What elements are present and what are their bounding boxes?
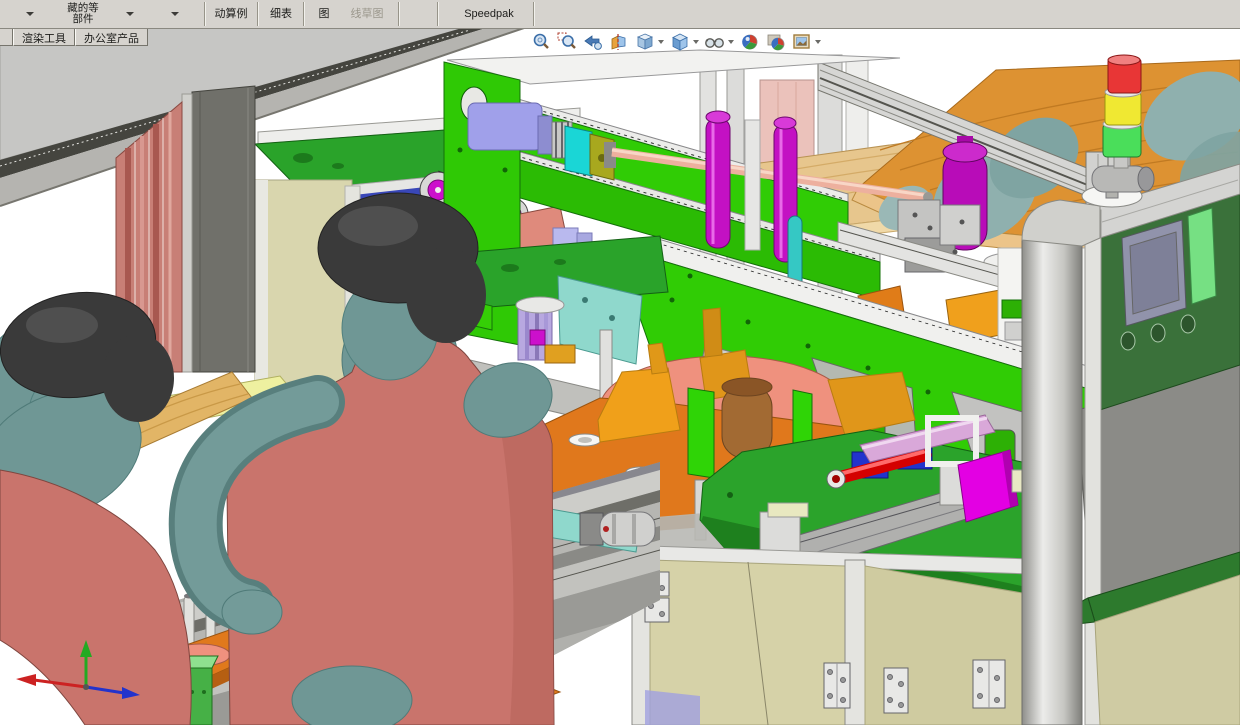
- panel-button[interactable]: [1120, 331, 1136, 351]
- scene-canvas[interactable]: [0, 28, 1240, 725]
- dropdown-button-3[interactable]: [167, 0, 183, 28]
- hide-show-items-icon[interactable]: [704, 31, 726, 53]
- tab-stub: [0, 28, 13, 46]
- speedpak-button[interactable]: Speedpak: [452, 0, 526, 28]
- toolbar-separator: [533, 2, 535, 26]
- toolbar-separator: [204, 2, 206, 26]
- door-hinge: [972, 659, 1006, 709]
- commandmanager-tabs: 渲染工具 办公室产品: [0, 28, 148, 46]
- control-cabinet[interactable]: [1021, 163, 1240, 725]
- command-bar: 藏的等 部件 动算例 细表 图 线草图 Speedpak: [0, 0, 1240, 29]
- hidden-components-label-2: 部件: [72, 13, 94, 25]
- motion-study-button[interactable]: 动算例: [208, 0, 254, 28]
- drawing-button[interactable]: 图: [312, 0, 336, 28]
- door-hinge: [883, 667, 909, 714]
- view-orientation-dropdown[interactable]: [658, 40, 664, 44]
- section-view-icon[interactable]: [608, 31, 630, 53]
- toolbar-separator: [303, 2, 305, 26]
- chevron-down-icon: [26, 12, 34, 16]
- door-hinge: [823, 662, 851, 709]
- solidworks-window: 藏的等 部件 动算例 细表 图 线草图 Speedpak 渲染工具 办公室产品: [0, 0, 1240, 725]
- 3d-viewport[interactable]: 渲染工具 办公室产品: [0, 28, 1240, 725]
- edit-appearance-icon[interactable]: [739, 31, 761, 53]
- detail-table-button[interactable]: 细表: [263, 0, 299, 28]
- dropdown-button-2[interactable]: [122, 0, 138, 28]
- tab-office-products[interactable]: 办公室产品: [75, 28, 148, 46]
- panel-button[interactable]: [1150, 323, 1166, 343]
- toolbar-separator: [398, 2, 400, 26]
- hide-show-items-dropdown[interactable]: [728, 40, 734, 44]
- line-sketch-button[interactable]: 线草图: [342, 0, 392, 28]
- display-style-dropdown[interactable]: [693, 40, 699, 44]
- previous-view-icon[interactable]: [582, 31, 604, 53]
- tab-render-tools[interactable]: 渲染工具: [13, 28, 75, 46]
- apply-scene-icon[interactable]: [765, 31, 787, 53]
- display-style-icon[interactable]: [669, 31, 691, 53]
- view-settings-icon[interactable]: [791, 31, 813, 53]
- hidden-components-button[interactable]: 藏的等 部件: [52, 0, 114, 28]
- lower-cabinet-doors[interactable]: [619, 544, 1061, 725]
- toolbar-separator: [257, 2, 259, 26]
- view-settings-dropdown[interactable]: [815, 40, 821, 44]
- dropdown-button-1[interactable]: [22, 0, 38, 28]
- chevron-down-icon: [126, 12, 134, 16]
- panel-button[interactable]: [1180, 314, 1196, 334]
- chevron-down-icon: [171, 12, 179, 16]
- view-orientation-icon[interactable]: [634, 31, 656, 53]
- zoom-to-area-icon[interactable]: [556, 31, 578, 53]
- heads-up-view-toolbar: [528, 30, 824, 54]
- corner-post-cylinder[interactable]: [1021, 239, 1083, 725]
- toolbar-separator: [437, 2, 439, 26]
- zoom-to-fit-icon[interactable]: [530, 31, 552, 53]
